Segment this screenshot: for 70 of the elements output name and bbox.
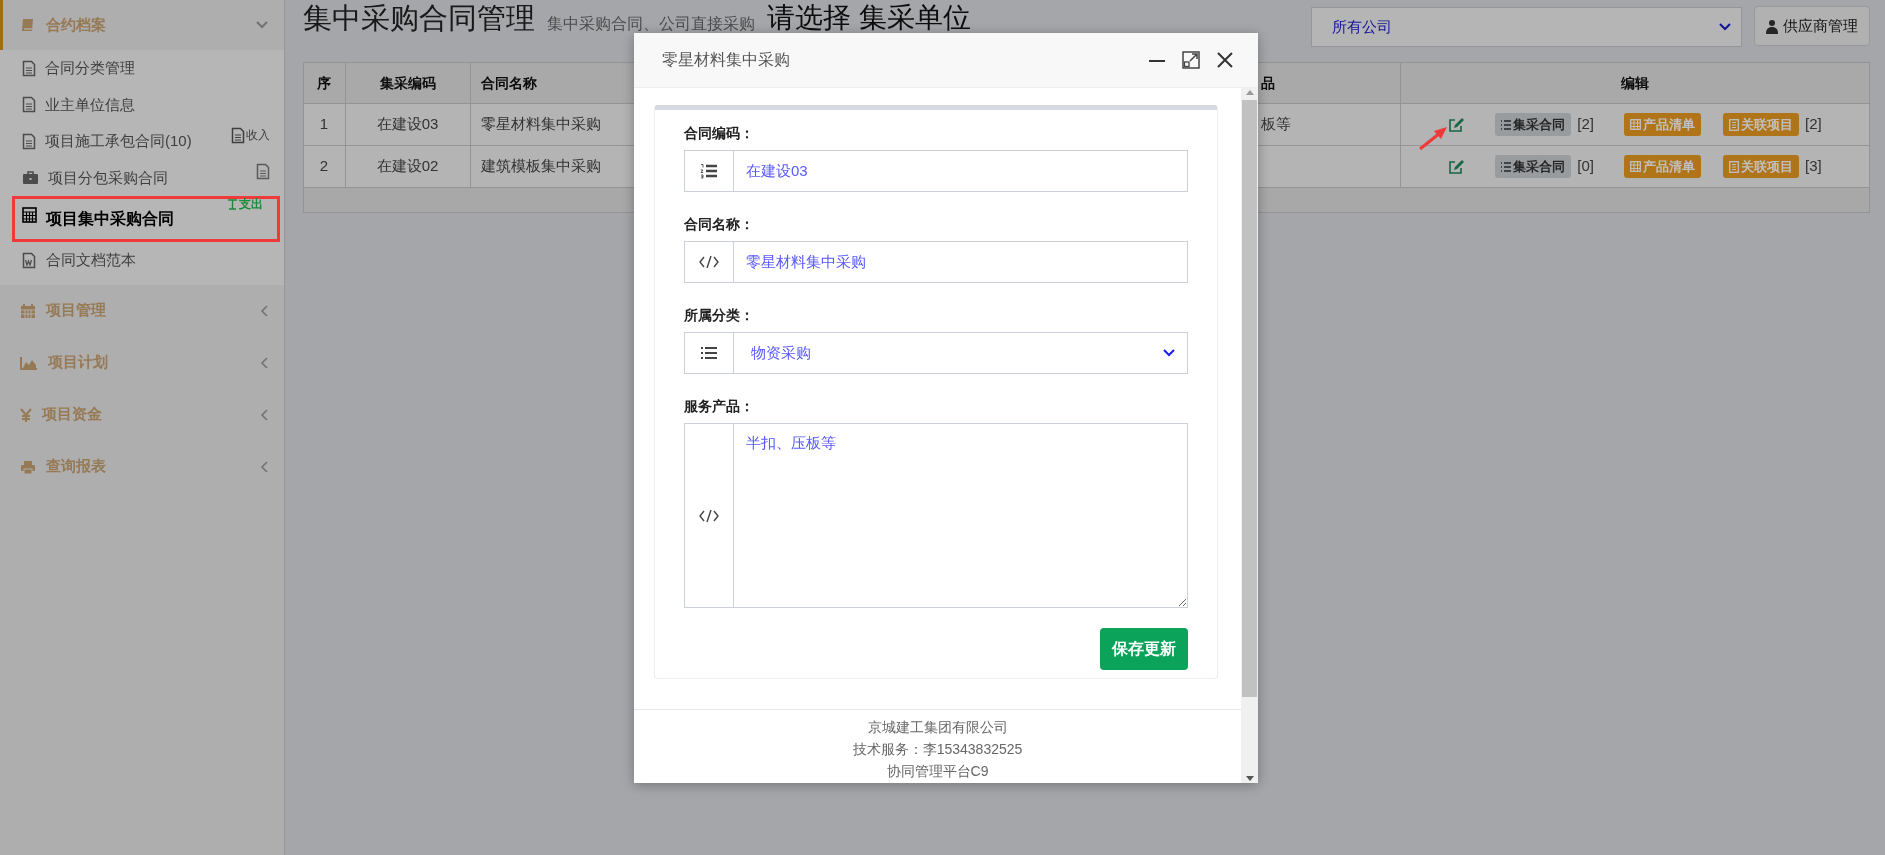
count-label: [2]	[1805, 114, 1822, 135]
footer-text: 协同管理平台C9	[885, 762, 990, 781]
document-icon	[256, 163, 270, 181]
column-header: 编辑	[1400, 62, 1870, 104]
column-header: 集采编码	[345, 62, 471, 104]
supplier-button[interactable]: 供应商管理	[1754, 6, 1870, 46]
sidebar-item[interactable]: 合同分类管理	[0, 50, 284, 87]
table-cell: 板等	[1261, 115, 1291, 133]
company-select[interactable]: 所有公司	[1311, 7, 1742, 47]
document-icon	[231, 126, 245, 144]
yen-icon	[20, 407, 32, 422]
chevron-down-icon	[256, 21, 268, 29]
list-icon	[1501, 160, 1512, 173]
chevron-down-icon	[1163, 349, 1175, 357]
field-label: 服务产品：	[684, 397, 755, 415]
contracts-button[interactable]: 集采合同	[1495, 154, 1572, 179]
area-chart-icon	[20, 355, 38, 370]
category-select[interactable]: 物资采购	[684, 332, 1188, 374]
count-label: [3]	[1805, 156, 1822, 177]
footer-text: 京城建工集团有限公司	[866, 718, 1009, 737]
sidebar-item[interactable]: 项目分包采购合同	[0, 159, 284, 196]
list-icon	[1501, 118, 1512, 131]
tag-label: 支出	[239, 196, 263, 213]
page-title: 集中采购合同管理	[303, 3, 535, 33]
page-subtitle: 集中采购合同、公司直接采购	[547, 15, 755, 32]
sidebar-item[interactable]: 业主单位信息	[0, 86, 284, 123]
code-icon	[699, 508, 719, 523]
numbered-list-icon	[700, 163, 718, 179]
calculator-icon	[22, 207, 37, 223]
footer-text: 技术服务：李15343832525	[851, 740, 1024, 759]
chevron-left-icon	[260, 460, 268, 473]
sidebar-item[interactable]: 合同文档范本	[0, 242, 284, 279]
save-button[interactable]: 保存更新	[1100, 628, 1188, 670]
edit-icon[interactable]	[1448, 158, 1466, 175]
calendar-icon	[20, 302, 36, 319]
table-icon	[1630, 119, 1641, 130]
table-cell: 在建设03	[345, 103, 471, 146]
chevron-left-icon	[260, 304, 268, 317]
edit-icon[interactable]	[1448, 116, 1466, 133]
book-icon	[20, 17, 36, 33]
chevron-left-icon	[260, 356, 268, 369]
document-icon	[22, 132, 36, 150]
document-icon	[22, 96, 36, 114]
document-icon	[22, 59, 36, 77]
count-label: [0]	[1577, 156, 1594, 177]
scrollbar[interactable]	[1241, 88, 1258, 783]
column-header: 序	[303, 62, 346, 104]
count-label: [2]	[1577, 114, 1594, 135]
table-icon	[1630, 161, 1641, 172]
code-icon	[699, 255, 719, 269]
chevron-left-icon	[260, 408, 268, 421]
table-cell: 2	[303, 145, 346, 188]
table-cell: 1	[303, 103, 346, 146]
tag-label: 收入	[246, 127, 270, 145]
field-label: 合同编码：	[684, 124, 755, 142]
sidebar-item[interactable]: 项目集中采购合同 支出	[12, 196, 280, 242]
maximize-icon[interactable]	[1182, 51, 1200, 69]
table-cell: 在建设02	[345, 145, 471, 188]
word-document-icon	[22, 251, 37, 269]
scroll-down-icon[interactable]	[1244, 775, 1255, 783]
field-label: 合同名称：	[684, 215, 755, 233]
chevron-down-icon	[1719, 23, 1731, 31]
unit-prompt: 请选择 集采单位	[767, 3, 971, 32]
list-icon	[700, 346, 718, 360]
close-icon[interactable]	[1216, 51, 1234, 69]
field-label: 所属分类：	[684, 306, 755, 324]
printer-icon	[20, 459, 36, 474]
briefcase-icon	[22, 170, 39, 186]
contracts-button[interactable]: 集采合同	[1495, 112, 1572, 137]
sidebar-item[interactable]: 项目施工承包合同(10) 收入	[0, 123, 284, 160]
